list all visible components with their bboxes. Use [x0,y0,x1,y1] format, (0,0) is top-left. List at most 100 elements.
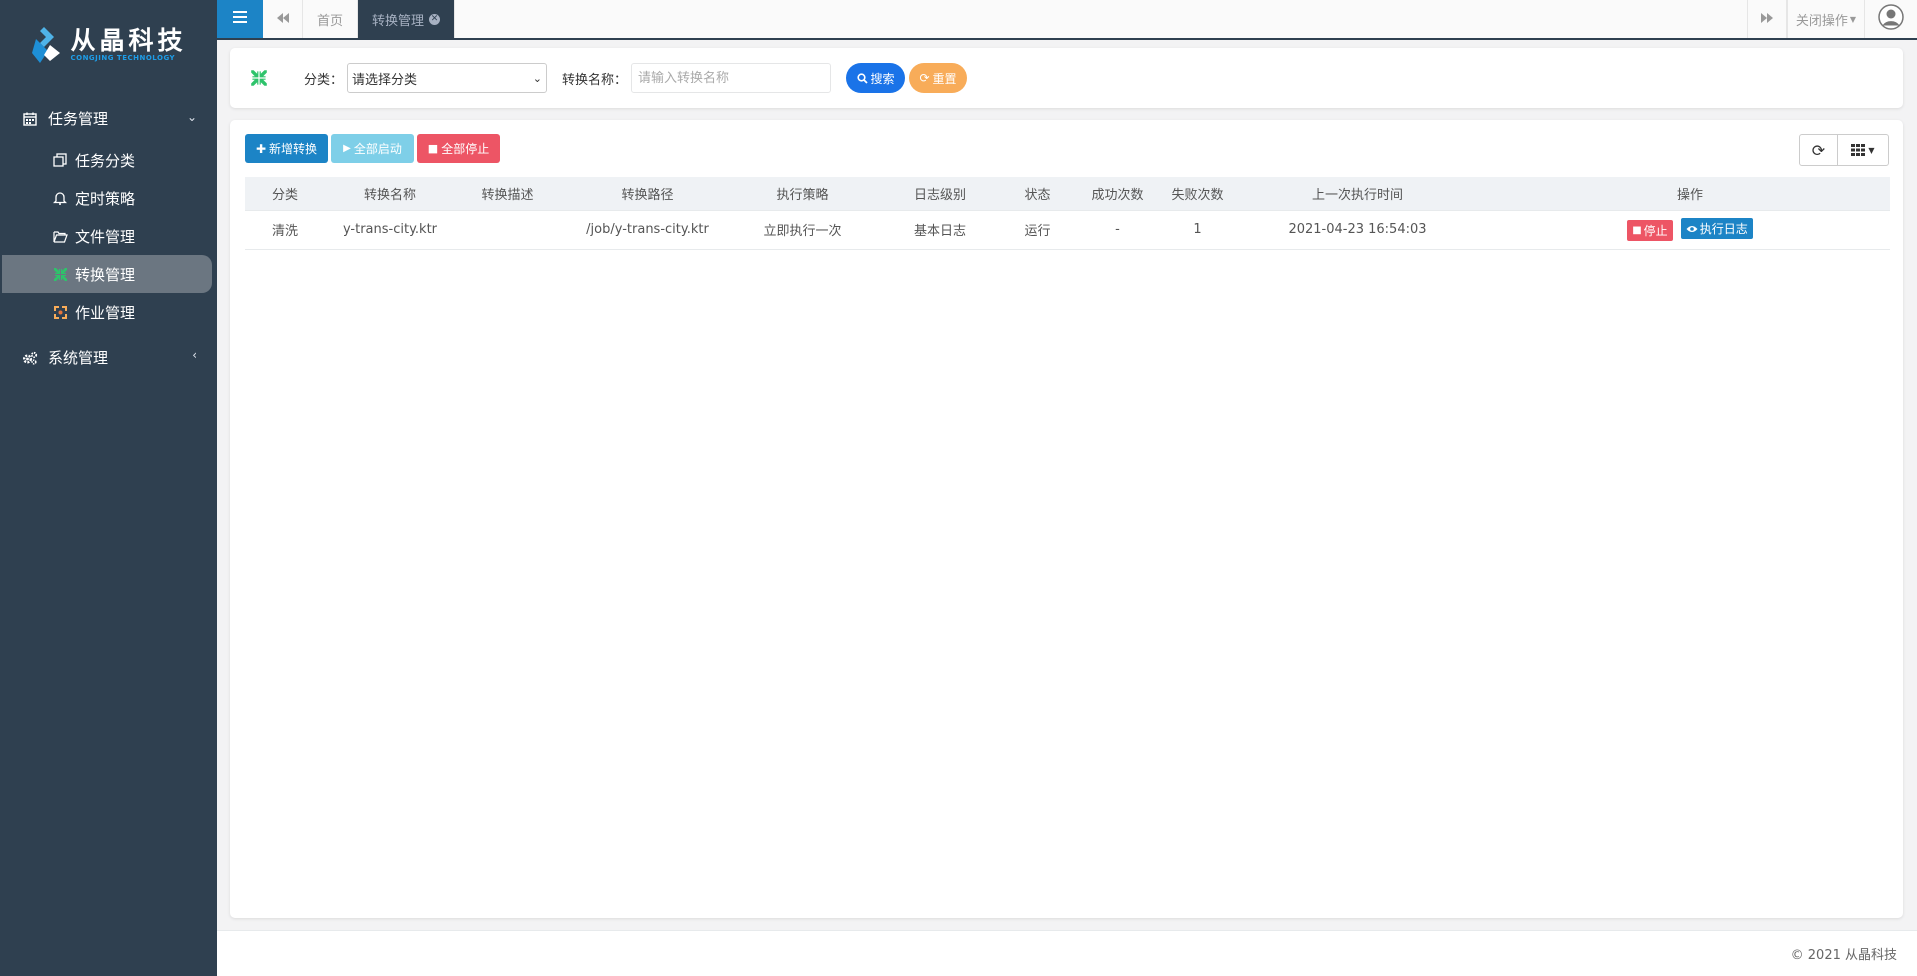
trans-name-label: 转换名称： [562,72,628,88]
main-panel: ✚ 新增转换 ▶ 全部启动 ■ 全部停止 ⟳ ▼ 分类 转换名称 转换描述 转换… [230,120,1903,918]
table-header-row: 分类 转换名称 转换描述 转换路径 执行策略 日志级别 状态 成功次数 失败次数… [245,177,1890,210]
forward-icon [1761,12,1773,27]
cell-path: /job/y-trans-city.ktr [560,209,735,250]
search-panel: 分类： 请选择分类 ⌄ 转换名称： 搜索 ⟳ 重置 [230,48,1903,108]
sidebar-item-jobs[interactable]: 作业管理 [0,293,213,331]
close-ops-label: 关闭操作 [1795,13,1848,29]
compress-icon [52,266,68,282]
footer: © 2021 从晶科技 [217,930,1917,976]
columns-toggle-button[interactable]: ▼ [1838,135,1888,165]
tab-scroll-left-button[interactable] [263,0,303,38]
column-header[interactable]: 失败次数 [1170,177,1225,210]
column-header[interactable]: 上一次执行时间 [1225,177,1490,210]
sidebar: 从晶科技 CONGJING TECHNOLOGY 任务管理 ⌄ 任务分类 定时策… [0,0,217,976]
sidebar-item-label: 文件管理 [75,227,136,246]
plus-icon: ✚ [255,141,267,156]
copyright: © 2021 从晶科技 [1790,948,1897,963]
close-tab-icon[interactable]: ✕ [429,13,441,25]
tab-home[interactable]: 首页 [303,0,359,38]
hamburger-icon [233,11,247,27]
sidebar-item-trans[interactable]: 转换管理 [2,255,212,293]
grid-icon [1851,144,1866,156]
topbar: 首页 转换管理 ✕ 关闭操作 ▼ [217,0,1917,40]
column-header[interactable]: 转换描述 [455,177,560,210]
category-label: 分类： [304,72,344,88]
cell-strategy: 立即执行一次 [735,209,870,250]
sidebar-item-label: 转换管理 [75,265,136,284]
logo-mark-icon [30,25,64,65]
user-circle-icon [1878,4,1904,34]
cell-last-time: 2021-04-23 16:54:03 [1225,209,1490,250]
user-avatar[interactable] [1865,0,1917,38]
sidebar-group-label: 系统管理 [48,349,109,367]
chevron-down-icon: ⌄ [186,110,197,124]
stop-all-button[interactable]: ■ 全部停止 [417,134,500,163]
sidebar-group-system[interactable]: 系统管理 ‹ [0,335,217,380]
sidebar-item-task-category[interactable]: 任务分类 [0,141,213,179]
cell-fail: 1 [1170,209,1225,250]
cell-success: - [1065,209,1170,250]
cell-actions: ■ 停止 执行日志 [1490,209,1890,250]
close-operations-dropdown[interactable]: 关闭操作 ▼ [1787,0,1865,38]
column-header[interactable]: 操作 [1490,177,1890,210]
search-button-label: 搜索 [870,71,895,86]
sidebar-item-files[interactable]: 文件管理 [0,217,213,255]
cell-status: 运行 [1010,209,1065,250]
compress-icon [250,69,268,87]
refresh-icon [52,304,68,320]
start-all-label: 全部启动 [353,142,402,156]
search-icon [856,72,868,84]
add-trans-button[interactable]: ✚ 新增转换 [245,134,328,163]
backward-icon [276,12,289,27]
column-header[interactable]: 转换名称 [325,177,455,210]
add-trans-label: 新增转换 [269,142,318,156]
column-header[interactable]: 转换路径 [560,177,735,210]
tab-trans[interactable]: 转换管理 ✕ [358,0,456,38]
chevron-down-icon: ⌄ [532,71,543,85]
search-button[interactable]: 搜索 [846,63,906,93]
caret-down-icon: ▼ [1849,14,1857,24]
column-header[interactable]: 成功次数 [1065,177,1170,210]
chevron-left-icon: ‹ [192,348,197,362]
reset-button[interactable]: ⟳ 重置 [909,63,968,93]
stop-all-label: 全部停止 [441,142,490,156]
stop-icon: ■ [1632,224,1642,236]
trans-table: 分类 转换名称 转换描述 转换路径 执行策略 日志级别 状态 成功次数 失败次数… [245,177,1890,250]
eye-icon [1686,225,1698,233]
menu-toggle-button[interactable] [217,0,263,38]
cell-log-level: 基本日志 [870,209,1010,250]
table-row[interactable]: 清洗 y-trans-city.ktr /job/y-trans-city.kt… [245,209,1890,250]
cell-name: y-trans-city.ktr [325,209,455,250]
exec-log-button[interactable]: 执行日志 [1680,218,1753,240]
sidebar-item-label: 任务分类 [75,151,136,170]
category-select-value: 请选择分类 [352,72,418,88]
column-header[interactable]: 执行策略 [735,177,870,210]
tab-label: 首页 [317,13,344,29]
calendar-icon [22,111,38,127]
tab-label: 转换管理 [372,13,425,29]
reset-button-label: 重置 [932,71,957,86]
sidebar-item-schedule[interactable]: 定时策略 [0,179,213,217]
refresh-icon: ⟳ [919,71,930,85]
refresh-icon: ⟳ [1811,140,1826,160]
stop-icon: ■ [427,142,439,155]
column-header[interactable]: 日志级别 [870,177,1010,210]
sidebar-group-task[interactable]: 任务管理 ⌄ [0,96,217,141]
refresh-button[interactable]: ⟳ [1800,135,1838,165]
sidebar-group-label: 任务管理 [48,110,109,128]
stop-button[interactable]: ■ 停止 [1627,219,1673,241]
sidebar-item-label: 定时策略 [75,189,136,208]
gears-icon [22,350,38,366]
category-select[interactable]: 请选择分类 ⌄ [347,63,548,93]
column-header[interactable]: 分类 [245,177,325,210]
bell-icon [52,190,68,206]
trans-name-input[interactable] [631,63,832,93]
play-icon: ▶ [343,143,351,154]
logo-text: 从晶科技 [70,26,187,55]
logo: 从晶科技 CONGJING TECHNOLOGY [0,0,217,90]
table-tools: ⟳ ▼ [1799,134,1889,166]
tab-scroll-right-button[interactable] [1747,0,1787,38]
sidebar-item-label: 作业管理 [75,303,136,322]
start-all-button[interactable]: ▶ 全部启动 [331,134,414,163]
column-header[interactable]: 状态 [1010,177,1065,210]
